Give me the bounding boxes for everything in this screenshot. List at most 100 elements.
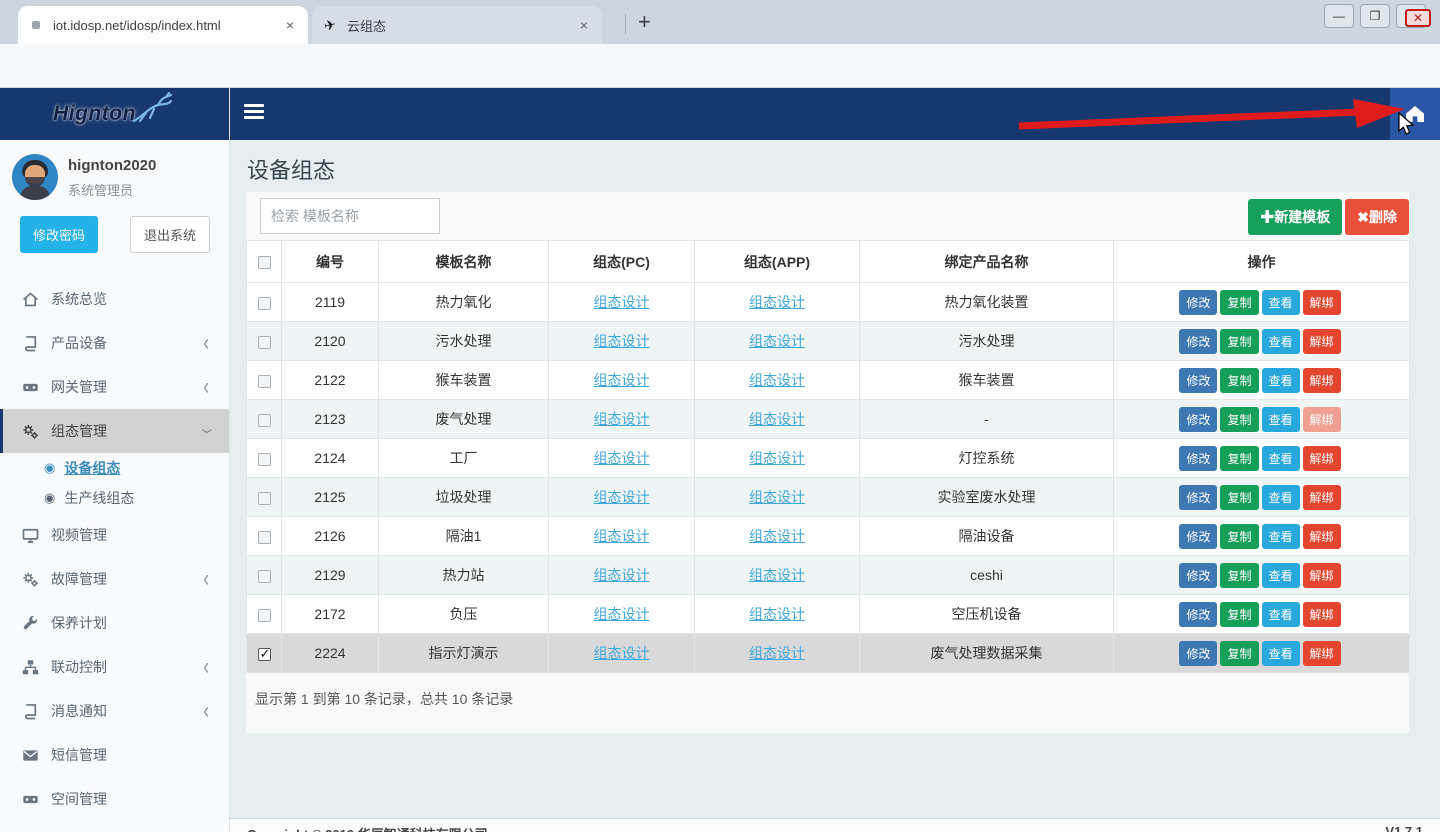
copy-button[interactable]: 复制	[1220, 446, 1258, 471]
sidebar-item-fault[interactable]: 故障管理‹	[0, 557, 229, 601]
row-checkbox[interactable]	[258, 531, 271, 544]
pc-config-design-link[interactable]: 组态设计	[594, 294, 650, 310]
modify-button[interactable]: 修改	[1179, 602, 1217, 627]
copy-button[interactable]: 复制	[1220, 407, 1258, 432]
sidebar-item-message[interactable]: 消息通知‹	[0, 689, 229, 733]
modify-button[interactable]: 修改	[1179, 446, 1217, 471]
window-restore-button[interactable]: ❐	[1360, 4, 1390, 28]
copy-button[interactable]: 复制	[1220, 602, 1258, 627]
unbind-button[interactable]: 解绑	[1303, 641, 1341, 666]
logout-button[interactable]: 退出系统	[130, 216, 210, 253]
row-checkbox[interactable]	[258, 609, 271, 622]
app-config-design-link[interactable]: 组态设计	[749, 450, 805, 466]
copy-button[interactable]: 复制	[1220, 641, 1258, 666]
browser-tab-cloud-config[interactable]: ✈ 云组态 ×	[312, 6, 602, 44]
sidebar-subitem-line-config[interactable]: ◉生产线组态	[0, 483, 229, 513]
pc-config-design-link[interactable]: 组态设计	[594, 567, 650, 583]
app-config-design-link[interactable]: 组态设计	[749, 333, 805, 349]
new-tab-button[interactable]: +	[638, 9, 651, 35]
pc-config-design-link[interactable]: 组态设计	[594, 450, 650, 466]
app-config-design-link[interactable]: 组态设计	[749, 489, 805, 505]
modify-button[interactable]: 修改	[1179, 407, 1217, 432]
copy-button[interactable]: 复制	[1220, 563, 1258, 588]
copy-button[interactable]: 复制	[1220, 290, 1258, 315]
view-button[interactable]: 查看	[1262, 446, 1300, 471]
row-checkbox[interactable]	[258, 336, 271, 349]
view-button[interactable]: 查看	[1262, 641, 1300, 666]
view-button[interactable]: 查看	[1262, 407, 1300, 432]
app-config-design-link[interactable]: 组态设计	[749, 294, 805, 310]
unbind-button[interactable]: 解绑	[1303, 329, 1341, 354]
unbind-button[interactable]: 解绑	[1303, 602, 1341, 627]
copy-button[interactable]: 复制	[1220, 368, 1258, 393]
app-config-design-link[interactable]: 组态设计	[749, 372, 805, 388]
row-checkbox[interactable]	[258, 648, 271, 661]
modify-button[interactable]: 修改	[1179, 524, 1217, 549]
view-button[interactable]: 查看	[1262, 368, 1300, 393]
unbind-button[interactable]: 解绑	[1303, 563, 1341, 588]
sidebar-item-products[interactable]: 产品设备‹	[0, 321, 229, 365]
copy-button[interactable]: 复制	[1220, 329, 1258, 354]
hamburger-menu-icon[interactable]	[244, 104, 264, 122]
modify-button[interactable]: 修改	[1179, 563, 1217, 588]
app-config-design-link[interactable]: 组态设计	[749, 645, 805, 661]
pc-config-design-link[interactable]: 组态设计	[594, 528, 650, 544]
modify-button[interactable]: 修改	[1179, 329, 1217, 354]
app-config-design-link[interactable]: 组态设计	[749, 567, 805, 583]
delete-button[interactable]: ✖删除	[1345, 199, 1409, 235]
search-input[interactable]	[260, 198, 440, 234]
window-close-button[interactable]: ✕ ✕	[1396, 4, 1426, 28]
window-minimize-button[interactable]: —	[1324, 4, 1354, 28]
sidebar-item-linkage[interactable]: 联动控制‹	[0, 645, 229, 689]
pc-config-design-link[interactable]: 组态设计	[594, 411, 650, 427]
tab-close-icon[interactable]: ×	[282, 17, 298, 33]
pc-config-design-link[interactable]: 组态设计	[594, 333, 650, 349]
row-checkbox[interactable]	[258, 297, 271, 310]
unbind-button[interactable]: 解绑	[1303, 485, 1341, 510]
view-button[interactable]: 查看	[1262, 602, 1300, 627]
select-all-checkbox[interactable]	[258, 256, 271, 269]
row-checkbox[interactable]	[258, 414, 271, 427]
copy-button[interactable]: 复制	[1220, 524, 1258, 549]
row-checkbox[interactable]	[258, 570, 271, 583]
sidebar-subitem-device-config[interactable]: ◉设备组态	[0, 453, 229, 483]
browser-tab-current[interactable]: iot.idosp.net/idosp/index.html ×	[18, 6, 308, 44]
app-config-design-link[interactable]: 组态设计	[749, 528, 805, 544]
sidebar-item-maintenance[interactable]: 保养计划	[0, 601, 229, 645]
modify-button[interactable]: 修改	[1179, 368, 1217, 393]
unbind-button[interactable]: 解绑	[1303, 524, 1341, 549]
tab-close-icon[interactable]: ×	[576, 17, 592, 33]
big-data-center-home-button[interactable]	[1390, 88, 1440, 140]
sidebar-item-config[interactable]: 组态管理‹	[0, 409, 229, 453]
modify-button[interactable]: 修改	[1179, 290, 1217, 315]
unbind-button[interactable]: 解绑	[1303, 290, 1341, 315]
pc-config-design-link[interactable]: 组态设计	[594, 606, 650, 622]
sidebar-item-overview[interactable]: 系统总览	[0, 277, 229, 321]
new-template-button[interactable]: ✚新建模板	[1248, 199, 1342, 235]
app-config-design-link[interactable]: 组态设计	[749, 606, 805, 622]
unbind-button[interactable]: 解绑	[1303, 446, 1341, 471]
app-config-design-link[interactable]: 组态设计	[749, 411, 805, 427]
change-password-button[interactable]: 修改密码	[20, 216, 98, 253]
cell-template-name: 废气处理	[379, 400, 549, 439]
sidebar-item-video[interactable]: 视频管理	[0, 513, 229, 557]
modify-button[interactable]: 修改	[1179, 641, 1217, 666]
row-checkbox[interactable]	[258, 492, 271, 505]
view-button[interactable]: 查看	[1262, 290, 1300, 315]
modify-button[interactable]: 修改	[1179, 485, 1217, 510]
unbind-button[interactable]: 解绑	[1303, 368, 1341, 393]
pc-config-design-link[interactable]: 组态设计	[594, 489, 650, 505]
sidebar-item-space[interactable]: 空间管理	[0, 777, 229, 821]
copy-button[interactable]: 复制	[1220, 485, 1258, 510]
view-button[interactable]: 查看	[1262, 524, 1300, 549]
cell-bound-product: 废气处理数据采集	[860, 634, 1114, 673]
pc-config-design-link[interactable]: 组态设计	[594, 372, 650, 388]
sidebar-item-sms[interactable]: 短信管理	[0, 733, 229, 777]
view-button[interactable]: 查看	[1262, 563, 1300, 588]
row-checkbox[interactable]	[258, 453, 271, 466]
view-button[interactable]: 查看	[1262, 485, 1300, 510]
sidebar-item-gateway[interactable]: 网关管理‹	[0, 365, 229, 409]
pc-config-design-link[interactable]: 组态设计	[594, 645, 650, 661]
row-checkbox[interactable]	[258, 375, 271, 388]
view-button[interactable]: 查看	[1262, 329, 1300, 354]
